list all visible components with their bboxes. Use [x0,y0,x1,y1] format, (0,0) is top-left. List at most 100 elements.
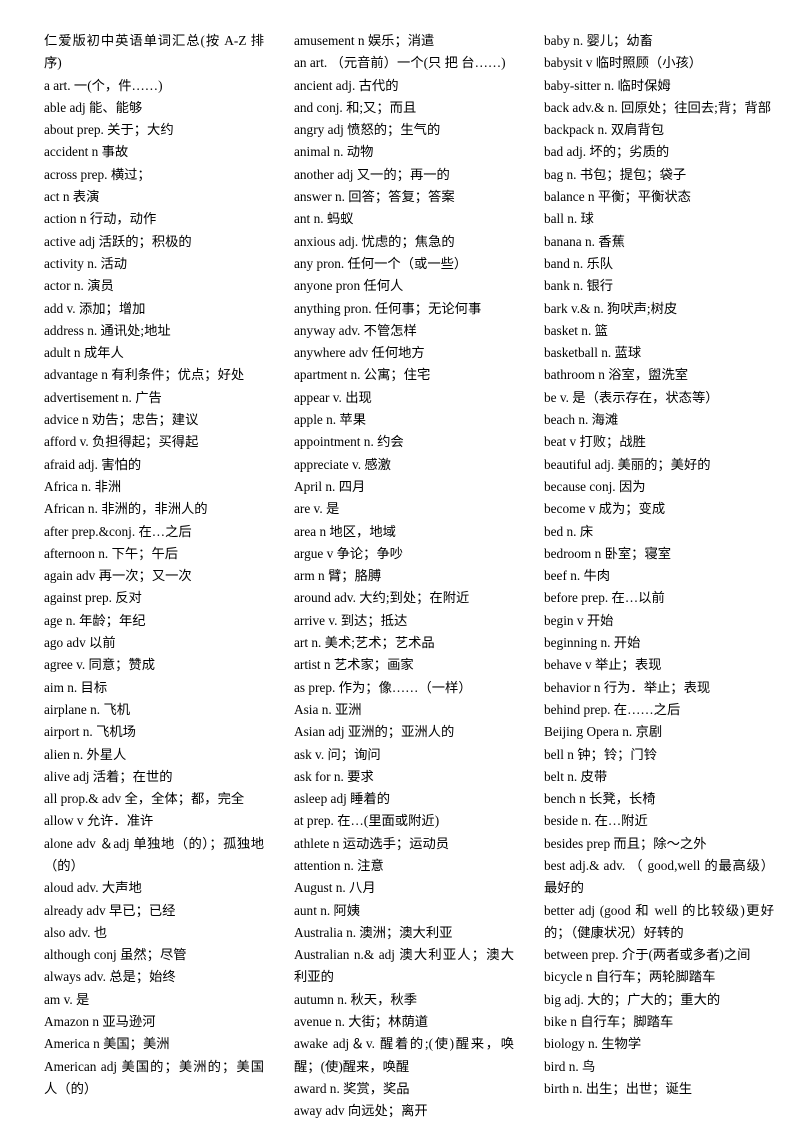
vocabulary-entry: anywhere adv 任何地方 [294,345,425,361]
vocabulary-entry: America n 美国；美洲 [44,1036,170,1052]
vocabulary-entry: a art. 一(个，件……) [44,77,163,93]
vocabulary-entry: able adj 能、能够 [44,99,143,115]
vocabulary-entry: activity n. 活动 [44,255,128,271]
vocabulary-entry: actor n. 演员 [44,278,114,294]
vocabulary-entry: already adv 早已；已经 [44,902,176,918]
vocabulary-entry: bike n 自行车；脚踏车 [544,1014,674,1030]
vocabulary-entry: awake adj＆v. 醒着的;(使)醒来，唤醒；(使)醒来，唤醒 [294,1036,514,1074]
vocabulary-entry: begin v 开始 [544,612,614,628]
vocabulary-entry: bed n. 床 [544,523,594,539]
vocabulary-entry: again adv 再一次；又一次 [44,568,192,584]
vocabulary-entry: anyway adv. 不管怎样 [294,322,417,338]
vocabulary-entry: ask for n. 要求 [294,768,374,784]
vocabulary-entry: Asian adj 亚洲的；亚洲人的 [294,724,455,740]
vocabulary-entry: add v. 添加；增加 [44,300,146,316]
vocabulary-entry: also adv. 也 [44,924,108,940]
vocabulary-entry: area n 地区，地域 [294,523,396,539]
vocabulary-entry: autumn n. 秋天，秋季 [294,991,417,1007]
vocabulary-entry: Africa n. 非洲 [44,478,122,494]
vocabulary-entry: aloud adv. 大声地 [44,880,142,896]
entry-list-1: a art. 一(个，件……) able adj 能、能够 about prep. … [44,75,264,1101]
vocabulary-entry: active adj 活跃的；积极的 [44,233,192,249]
vocabulary-entry: afford v. 负担得起；买得起 [44,434,199,450]
vocabulary-entry: act n 表演 [44,189,100,205]
vocabulary-entry: basketball n. 蓝球 [544,345,642,361]
vocabulary-entry: angry adj 愤怒的；生气的 [294,122,441,138]
vocabulary-entry: bathroom n 浴室，盥洗室 [544,367,689,383]
vocabulary-entry: bank n. 银行 [544,278,614,294]
vocabulary-entry: anyone pron 任何人 [294,278,404,294]
vocabulary-entry: against prep. 反对 [44,590,142,606]
vocabulary-entry: aunt n. 阿姨 [294,902,361,918]
vocabulary-entry: ask v. 问；询问 [294,746,381,762]
vocabulary-column-2: amusement n 娱乐；消遣 an art. （元音前）一个(只 把 台……… [294,30,514,1122]
vocabulary-entry: artist n 艺术家；画家 [294,657,414,673]
vocabulary-entry: because conj. 因为 [544,478,646,494]
vocabulary-entry: adult n 成年人 [44,345,124,361]
entry-list-3: baby n. 婴儿；幼畜 babysit v 临时照顾（小孩） baby-sitt… [544,30,774,1100]
vocabulary-entry: Asia n. 亚洲 [294,701,362,717]
vocabulary-entry: biology n. 生物学 [544,1036,642,1052]
vocabulary-entry: beef n. 牛肉 [544,568,611,584]
vocabulary-entry: attention n. 注意 [294,857,384,873]
vocabulary-entry: aim n. 目标 [44,679,108,695]
vocabulary-entry: bedroom n 卧室；寝室 [544,545,672,561]
vocabulary-entry: Amazon n 亚马逊河 [44,1014,156,1030]
vocabulary-entry: apartment n. 公寓；住宅 [294,367,431,383]
vocabulary-entry: as prep. 作为；像……（一样） [294,679,472,695]
vocabulary-entry: ant n. 蚂蚁 [294,211,354,227]
vocabulary-entry: basket n. 篮 [544,322,608,338]
vocabulary-entry: an art. （元音前）一个(只 把 台……) [294,55,506,71]
vocabulary-entry: back adv.& n. 回原处；往回去;背；背部 [544,99,772,115]
vocabulary-entry: afternoon n. 下午；午后 [44,545,179,561]
vocabulary-entry: allow v 允许．准许 [44,813,154,829]
vocabulary-entry: another adj 又一的；再一的 [294,166,450,182]
vocabulary-entry: bicycle n 自行车；两轮脚踏车 [544,969,716,985]
vocabulary-entry: August n. 八月 [294,880,376,896]
vocabulary-entry: April n. 四月 [294,478,366,494]
vocabulary-entry: about prep. 关于；大约 [44,122,174,138]
vocabulary-entry: after prep.&conj. 在…之后 [44,523,192,539]
vocabulary-entry: behind prep. 在……之后 [544,701,681,717]
vocabulary-entry: best adj.& adv. （ good,well 的最高级）最好的 [544,857,774,896]
vocabulary-entry: art n. 美术;艺术；艺术品 [294,635,435,651]
vocabulary-entry: all prop.& adv 全，全体；都，完全 [44,791,245,807]
vocabulary-entry: at prep. 在…(里面或附近) [294,813,440,829]
vocabulary-entry: bird n. 鸟 [544,1058,596,1074]
vocabulary-entry: between prep. 介于(两者或多者)之间 [544,947,751,963]
vocabulary-entry: big adj. 大的；广大的；重大的 [544,991,721,1007]
vocabulary-entry: better adj (good 和 well 的比较级)更好的；（健康状况）好… [544,902,774,940]
column-container: 仁爱版初中英语单词汇总(按 A-Z 排序) a art. 一(个，件……) abl… [44,30,774,1122]
vocabulary-entry: Australian n.& adj 澳大利亚人；澳大利亚的 [294,947,514,985]
vocabulary-entry: besides prep 而且；除～之外 [544,835,707,851]
vocabulary-entry: behavior n 行为．举止；表现 [544,679,711,695]
vocabulary-entry: alive adj 活着；在世的 [44,768,173,784]
vocabulary-entry: advice n 劝告；忠告；建议 [44,412,199,428]
vocabulary-entry: age n. 年龄；年纪 [44,612,146,628]
vocabulary-entry: behave v 举止；表现 [544,657,662,673]
vocabulary-entry: asleep adj 睡着的 [294,791,391,807]
vocabulary-entry: African n. 非洲的，非洲人的 [44,501,208,517]
vocabulary-entry: avenue n. 大街；林荫道 [294,1014,429,1030]
vocabulary-entry: and conj. 和;又；而且 [294,99,417,115]
vocabulary-entry: answer n. 回答；答复；答案 [294,189,455,205]
vocabulary-entry: anything pron. 任何事；无论何事 [294,300,482,316]
vocabulary-entry: appear v. 出现 [294,389,372,405]
vocabulary-entry: am v. 是 [44,991,90,1007]
vocabulary-entry: belt n. 皮带 [544,768,608,784]
vocabulary-entry: beautiful adj. 美丽的；美好的 [544,456,711,472]
vocabulary-entry: baby n. 婴儿；幼畜 [544,33,653,48]
vocabulary-entry: advantage n 有利条件；优点；好处 [44,367,245,383]
vocabulary-entry: alone adv ＆adj 单独地（的）；孤独地（的） [44,835,264,873]
vocabulary-entry: always adv. 总是；始终 [44,969,176,985]
vocabulary-entry: balance n 平衡；平衡状态 [544,189,691,205]
vocabulary-entry: action n 行动，动作 [44,211,157,227]
vocabulary-entry: beside n. 在…附近 [544,813,648,829]
vocabulary-entry: around adv. 大约;到处；在附近 [294,590,470,606]
vocabulary-entry: become v 成为；变成 [544,501,666,517]
vocabulary-column-1: 仁爱版初中英语单词汇总(按 A-Z 排序) a art. 一(个，件……) abl… [44,30,264,1100]
vocabulary-entry: bell n 钟；铃；门铃 [544,746,658,762]
vocabulary-entry: airplane n. 飞机 [44,701,131,717]
vocabulary-entry: bad adj. 坏的；劣质的 [544,144,670,160]
vocabulary-entry: are v. 是 [294,501,340,517]
